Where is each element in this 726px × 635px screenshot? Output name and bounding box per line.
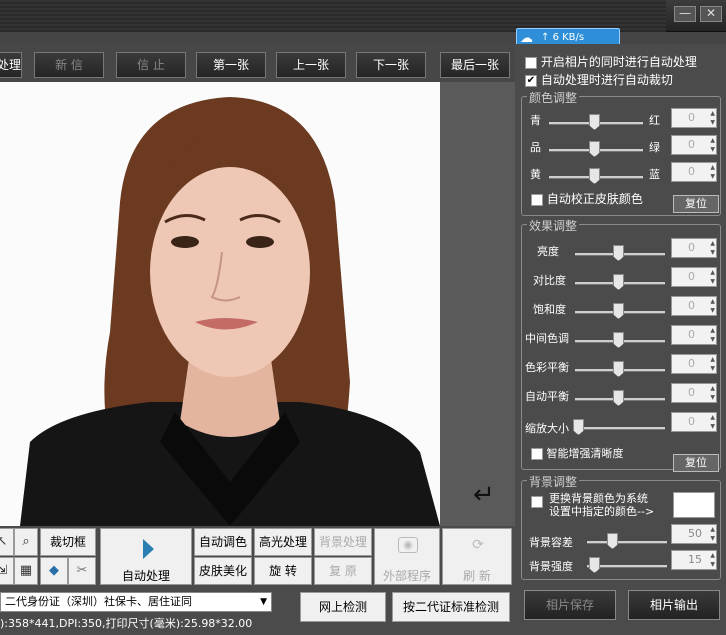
- photo-preview[interactable]: [0, 82, 440, 526]
- auto-crop-label: 自动处理时进行自动裁切: [540, 73, 673, 87]
- contrast-label: 对比度: [533, 274, 566, 287]
- external-program-button[interactable]: ◉ 外部程序: [374, 528, 440, 585]
- brightness-label: 亮度: [537, 245, 559, 258]
- crop-frame-button[interactable]: 裁切框: [40, 528, 96, 556]
- color-reset-button[interactable]: 复位: [673, 195, 719, 213]
- cyan-label: 青: [530, 114, 541, 127]
- refresh-icon: ⟳: [472, 537, 484, 553]
- bg-tolerance-slider[interactable]: [587, 541, 667, 544]
- sharpen-option[interactable]: 智能增强清晰度: [531, 445, 624, 461]
- auto-crop-checkbox[interactable]: ✔: [525, 74, 537, 87]
- saturation-value[interactable]: 0: [671, 296, 717, 316]
- blue-label: 蓝: [649, 168, 660, 181]
- auto-balance-label: 自动平衡: [525, 390, 569, 403]
- effect-adjust-title: 效果调整: [527, 217, 580, 234]
- auto-balance-value[interactable]: 0: [671, 383, 717, 403]
- auto-process-checkbox[interactable]: [525, 56, 537, 69]
- color-balance-label: 色彩平衡: [525, 361, 569, 374]
- brightness-value[interactable]: 0: [671, 238, 717, 258]
- move-icon[interactable]: ⇲: [0, 557, 14, 585]
- skin-correct-checkbox[interactable]: [531, 193, 543, 206]
- scale-label: 缩放大小: [525, 422, 569, 435]
- bg-tolerance-value[interactable]: 50: [671, 524, 717, 544]
- bg-strength-value[interactable]: 15: [671, 550, 717, 570]
- highlight-button[interactable]: 高光处理: [254, 528, 312, 556]
- auto-process-label: 自动处理: [121, 569, 170, 583]
- restore-button[interactable]: 复 原: [314, 557, 372, 585]
- bg-strength-label: 背景强度: [529, 560, 573, 573]
- green-label: 绿: [649, 141, 660, 154]
- stop-button[interactable]: 信 止: [116, 52, 186, 78]
- prev-photo-button[interactable]: 上一张: [276, 52, 346, 78]
- sharpen-checkbox[interactable]: [531, 448, 543, 460]
- edit-toolbar: ↖ ⌕ 裁切框 ⇲ ▦ ◆ ✂ 自动处理 自动调色 高光处理 背景处理 皮肤美化…: [0, 526, 515, 586]
- yellow-label: 黄: [530, 168, 541, 181]
- navigation-toolbar: 处理 新 信 信 止 第一张 上一张 下一张 最后一张: [0, 44, 515, 82]
- magenta-green-value[interactable]: 0: [671, 135, 717, 155]
- scale-slider[interactable]: [575, 427, 665, 430]
- yellow-blue-value[interactable]: 0: [671, 162, 717, 182]
- scale-value[interactable]: 0: [671, 412, 717, 432]
- saturation-label: 饱和度: [533, 303, 566, 316]
- magenta-label: 品: [530, 141, 541, 154]
- red-label: 红: [649, 114, 660, 127]
- play-icon: [143, 539, 154, 559]
- auto-tone-button[interactable]: 自动调色: [194, 528, 252, 556]
- effect-reset-button[interactable]: 复位: [673, 454, 719, 472]
- replace-bg-label: 更换背景颜色为系统 设置中指定的颜色-->: [549, 492, 655, 518]
- auto-process-label: 开启相片的同时进行自动处理: [540, 55, 697, 69]
- preview-side-area: ↵: [440, 82, 515, 526]
- skin-beautify-button[interactable]: 皮肤美化: [194, 557, 252, 585]
- midtone-value[interactable]: 0: [671, 325, 717, 345]
- background-adjust-title: 背景调整: [527, 473, 580, 490]
- rotate-button[interactable]: 旋 转: [254, 557, 312, 585]
- zoom-icon[interactable]: ⌕: [14, 528, 38, 556]
- bg-process-button[interactable]: 背景处理: [314, 528, 372, 556]
- refresh-button[interactable]: ⟳ 刷 新: [442, 528, 512, 585]
- last-photo-button[interactable]: 最后一张: [440, 52, 510, 78]
- output-photo-button[interactable]: 相片输出: [628, 590, 720, 620]
- next-photo-button[interactable]: 下一张: [356, 52, 426, 78]
- external-program-label: 外部程序: [382, 569, 431, 583]
- bg-color-swatch[interactable]: [673, 492, 715, 518]
- first-photo-button[interactable]: 第一张: [196, 52, 266, 78]
- skin-correct-option[interactable]: 自动校正皮肤颜色: [531, 190, 643, 207]
- chevron-down-icon: ▼: [260, 597, 267, 607]
- replace-bg-checkbox[interactable]: [531, 494, 543, 508]
- online-check-button[interactable]: 网上检测: [300, 592, 386, 622]
- scissors-icon[interactable]: ✂: [68, 557, 96, 585]
- doc-type-value: 二代身份证（深圳）社保卡、居住证同: [5, 595, 192, 608]
- doc-type-select[interactable]: 二代身份证（深圳）社保卡、居住证同 ▼: [0, 592, 272, 612]
- sharpen-label: 智能增强清晰度: [546, 447, 624, 460]
- portrait-image: [0, 82, 440, 526]
- save-photo-button[interactable]: 相片保存: [524, 590, 616, 620]
- bg-tolerance-label: 背景容差: [529, 536, 573, 549]
- color-balance-value[interactable]: 0: [671, 354, 717, 374]
- close-icon[interactable]: ✕: [700, 6, 722, 22]
- speed-text: ↑ 6 KB/s: [541, 32, 585, 43]
- color-fill-icon[interactable]: ◆: [40, 557, 68, 585]
- contrast-value[interactable]: 0: [671, 267, 717, 287]
- new-button[interactable]: 新 信: [34, 52, 104, 78]
- refresh-label: 刷 新: [463, 569, 491, 583]
- minimize-icon[interactable]: —: [674, 6, 696, 22]
- eye-icon: ◉: [398, 537, 418, 553]
- pointer-icon[interactable]: ↖: [0, 528, 14, 556]
- status-area: 二代身份证（深圳）社保卡、居住证同 ▼ 网上检测 按二代证标准检测 相片保存 相…: [0, 586, 726, 635]
- auto-process-option[interactable]: 开启相片的同时进行自动处理: [525, 53, 697, 70]
- adjust-panel: 开启相片的同时进行自动处理 ✔ 自动处理时进行自动裁切 颜色调整 青 红 0 品…: [515, 44, 726, 635]
- color-adjust-title: 颜色调整: [527, 89, 580, 106]
- auto-process-button[interactable]: 自动处理: [100, 528, 192, 585]
- skin-correct-label: 自动校正皮肤颜色: [546, 192, 643, 206]
- process-button[interactable]: 处理: [0, 52, 22, 78]
- qr-icon[interactable]: ▦: [14, 557, 38, 585]
- standard-check-button[interactable]: 按二代证标准检测: [392, 592, 510, 622]
- return-arrow-icon[interactable]: ↵: [473, 482, 495, 508]
- midtone-label: 中间色调: [525, 332, 569, 345]
- auto-crop-option[interactable]: ✔ 自动处理时进行自动裁切: [525, 71, 673, 88]
- image-info-text: ):358*441,DPI:350,打印尺寸(毫米):25.98*32.00: [0, 617, 253, 630]
- cyan-red-value[interactable]: 0: [671, 108, 717, 128]
